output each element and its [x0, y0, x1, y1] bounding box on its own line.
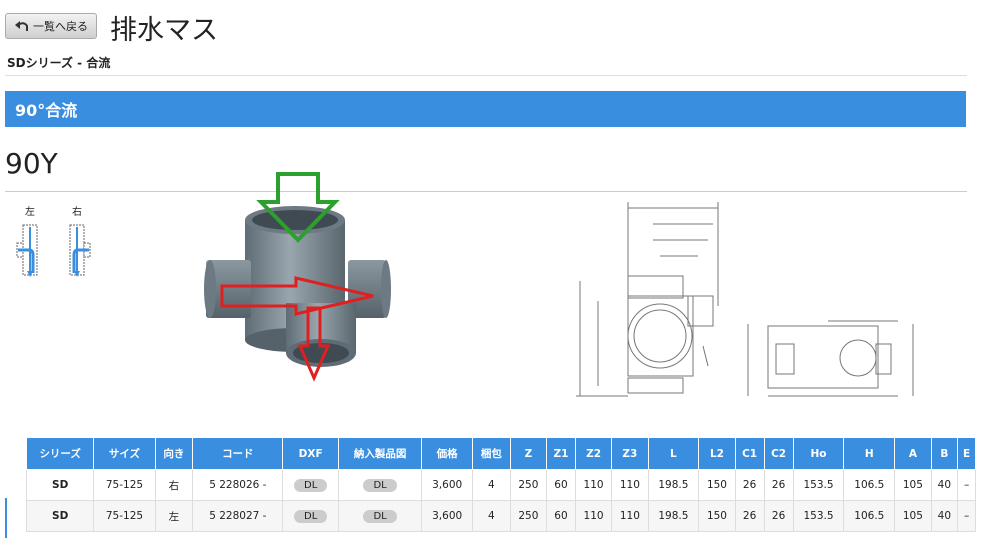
series-subtitle: SDシリーズ - 合流	[7, 56, 111, 70]
cell-z3: 110	[611, 500, 649, 532]
cell-price: 3,600	[421, 500, 474, 532]
technical-drawing	[576, 202, 914, 397]
cell-size: 75-125	[93, 469, 156, 501]
cell-code: 5 228026 -	[192, 469, 284, 501]
cell-e: –	[957, 469, 976, 501]
column-header: 梱包	[472, 437, 511, 470]
cell-c2: 26	[763, 469, 794, 501]
column-header: Z1	[546, 437, 576, 470]
drawing-download-button[interactable]: DL	[363, 509, 397, 523]
table-row: SD 75-125 左 5 228027 - DL DL 3,600 4 250…	[25, 500, 976, 532]
cell-z1: 60	[546, 469, 576, 501]
cell-price: 3,600	[421, 469, 474, 501]
cell-dxf: DL	[282, 500, 339, 532]
column-header: DXF	[282, 437, 339, 470]
column-header: コード	[192, 437, 284, 470]
column-header: 向き	[154, 437, 194, 470]
cell-pack: 4	[472, 469, 511, 501]
cell-e: –	[957, 500, 976, 532]
column-header: Z3	[611, 437, 649, 470]
model-name: 90Y	[5, 147, 58, 180]
cell-h: 106.5	[843, 469, 896, 501]
column-header: サイズ	[93, 437, 156, 470]
cell-ho: 153.5	[792, 500, 845, 532]
dxf-download-button[interactable]: DL	[294, 478, 328, 492]
cell-ho: 153.5	[792, 469, 845, 501]
column-header: Z2	[574, 437, 613, 470]
divider	[5, 75, 967, 76]
column-header: A	[894, 437, 932, 470]
cell-series: SD	[25, 500, 95, 532]
table-row: SD 75-125 右 5 228026 - DL DL 3,600 4 250…	[25, 469, 976, 501]
column-header: Ho	[792, 437, 845, 470]
cell-c2: 26	[763, 500, 794, 532]
cell-size: 75-125	[93, 500, 156, 532]
column-header: B	[930, 437, 959, 470]
column-header: シリーズ	[25, 437, 95, 470]
column-header: 納入製品図	[337, 437, 423, 470]
cell-l: 198.5	[647, 500, 700, 532]
cell-a: 105	[894, 469, 932, 501]
dxf-download-button[interactable]: DL	[294, 509, 328, 523]
section-header: 90°合流	[5, 91, 966, 127]
cell-direction: 左	[154, 500, 194, 532]
direction-right-label: 右	[72, 207, 82, 218]
cell-l2: 150	[698, 469, 736, 501]
cell-pack: 4	[472, 500, 511, 532]
column-header: E	[957, 437, 976, 470]
direction-left-label: 左	[25, 207, 35, 218]
direction-right: 右	[62, 203, 92, 279]
back-button-label: 一覧へ戻る	[33, 20, 88, 33]
cell-z: 250	[509, 469, 548, 501]
cell-b: 40	[930, 469, 959, 501]
cell-z2: 110	[574, 469, 613, 501]
column-header: C2	[763, 437, 794, 470]
product-photo	[204, 172, 391, 382]
column-header: L	[647, 437, 700, 470]
right-junction-icon	[69, 224, 91, 277]
spec-table: シリーズ サイズ 向き コード DXF 納入製品図 価格 梱包 Z Z1 Z2 …	[25, 437, 976, 532]
column-header: L2	[698, 437, 736, 470]
column-header: Z	[509, 437, 548, 470]
cell-z: 250	[509, 500, 548, 532]
cell-code: 5 228027 -	[192, 500, 284, 532]
edge-mark	[5, 498, 7, 538]
back-to-list-button[interactable]: 一覧へ戻る	[5, 13, 97, 39]
cell-b: 40	[930, 500, 959, 532]
cell-drawing: DL	[337, 500, 423, 532]
cell-series: SD	[25, 469, 95, 501]
cell-direction: 右	[154, 469, 194, 501]
cell-c1: 26	[734, 500, 765, 532]
cell-l: 198.5	[647, 469, 700, 501]
undo-arrow-icon	[15, 21, 28, 31]
column-header: 価格	[421, 437, 474, 470]
direction-left: 左	[15, 203, 45, 279]
column-header: H	[843, 437, 896, 470]
drawing-download-button[interactable]: DL	[363, 478, 397, 492]
section-label: 90°合流	[15, 101, 78, 120]
page-title: 排水マス	[110, 15, 218, 46]
table-header-row: シリーズ サイズ 向き コード DXF 納入製品図 価格 梱包 Z Z1 Z2 …	[25, 437, 976, 470]
divider	[5, 191, 967, 192]
cell-drawing: DL	[337, 469, 423, 501]
cell-l2: 150	[698, 500, 736, 532]
cell-a: 105	[894, 500, 932, 532]
cell-c1: 26	[734, 469, 765, 501]
cell-h: 106.5	[843, 500, 896, 532]
cell-z3: 110	[611, 469, 649, 501]
cell-z2: 110	[574, 500, 613, 532]
cell-dxf: DL	[282, 469, 339, 501]
cell-z1: 60	[546, 500, 576, 532]
column-header: C1	[734, 437, 765, 470]
left-junction-icon	[16, 224, 38, 277]
